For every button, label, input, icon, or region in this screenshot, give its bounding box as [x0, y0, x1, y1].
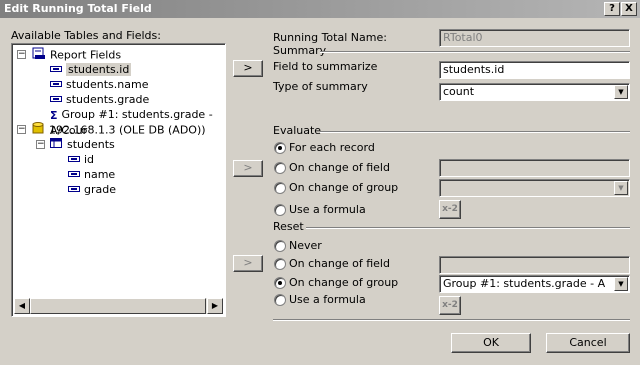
tree-node-database[interactable]: 192.168.1.3 (OLE DB (ADO)): [32, 122, 206, 137]
reset-field-input[interactable]: [439, 256, 630, 274]
tree-label: Report Fields: [50, 48, 122, 62]
expander-database[interactable]: −: [17, 125, 26, 134]
evaluate-divider: [320, 131, 630, 133]
reset-never-label[interactable]: Never: [289, 239, 322, 253]
footer-divider: [273, 319, 630, 321]
database-icon: [32, 122, 45, 139]
evaluate-each-record-label[interactable]: For each record: [289, 141, 375, 155]
tree-label: students: [67, 138, 115, 151]
field-to-summarize-label: Field to summarize: [273, 60, 378, 73]
evaluate-field-input[interactable]: [439, 159, 630, 177]
running-total-name-input[interactable]: RTotal0: [439, 29, 630, 47]
add-field-to-summarize-button[interactable]: >: [233, 60, 263, 77]
tree-node-report-fields[interactable]: Report Fields: [32, 47, 121, 62]
field-icon: [50, 66, 62, 72]
field-icon: [50, 81, 62, 87]
tree-label: students.grade: [66, 93, 150, 106]
reset-change-group-radio[interactable]: [274, 277, 286, 289]
tree-node-group-summary[interactable]: Σ Group #1: students.grade - A/Cour: [50, 107, 223, 137]
cancel-button[interactable]: Cancel: [546, 333, 630, 353]
reset-divider: [306, 227, 630, 229]
evaluate-formula-radio[interactable]: [274, 204, 286, 216]
table-icon: [50, 137, 63, 153]
fields-tree[interactable]: − Report Fields students.id students.nam…: [11, 43, 226, 317]
tree-label: grade: [84, 183, 116, 196]
add-reset-field-button[interactable]: >: [233, 255, 263, 272]
title-bar: Edit Running Total Field ? X: [0, 0, 640, 18]
ok-button[interactable]: OK: [451, 333, 531, 353]
scroll-left-icon[interactable]: ◀: [14, 298, 30, 314]
field-icon: [68, 186, 80, 192]
type-of-summary-label: Type of summary: [273, 80, 368, 93]
close-button[interactable]: X: [621, 2, 637, 16]
reset-change-field-radio[interactable]: [274, 258, 286, 270]
reset-formula-button[interactable]: x-2: [439, 296, 461, 315]
tree-node-students-grade[interactable]: students.grade: [50, 92, 149, 107]
field-icon: [68, 156, 80, 162]
tree-label: id: [84, 153, 95, 166]
evaluate-group-select[interactable]: ▼: [439, 179, 630, 197]
chevron-down-icon[interactable]: ▼: [614, 277, 628, 291]
tree-node-students-table[interactable]: students: [50, 137, 115, 152]
summary-divider: [320, 51, 630, 53]
tree-node-name[interactable]: name: [68, 167, 115, 182]
evaluate-header: Evaluate: [273, 124, 322, 137]
evaluate-formula-label[interactable]: Use a formula: [289, 203, 366, 217]
evaluate-change-group-label[interactable]: On change of group: [289, 181, 398, 195]
type-of-summary-select[interactable]: count ▼: [439, 83, 630, 101]
tree-label: students.name: [66, 78, 149, 91]
summary-header: Summary: [273, 44, 327, 57]
expander-report-fields[interactable]: −: [17, 50, 26, 59]
field-icon: [68, 171, 80, 177]
tree-node-students-name[interactable]: students.name: [50, 77, 148, 92]
tree-node-students-id[interactable]: students.id: [50, 62, 132, 77]
reset-change-group-label[interactable]: On change of group: [289, 276, 398, 290]
sigma-icon: Σ: [50, 108, 58, 122]
scroll-thumb[interactable]: [30, 298, 206, 314]
type-of-summary-value: count: [443, 85, 475, 98]
evaluate-change-field-label[interactable]: On change of field: [289, 161, 390, 175]
evaluate-each-record-radio[interactable]: [274, 142, 286, 154]
tree-label: 192.168.1.3 (OLE DB (ADO)): [49, 123, 206, 137]
window-title: Edit Running Total Field: [4, 2, 152, 15]
reset-change-field-label[interactable]: On change of field: [289, 257, 390, 271]
reset-formula-label[interactable]: Use a formula: [289, 293, 366, 307]
evaluate-formula-button[interactable]: x-2: [439, 200, 461, 219]
field-icon: [50, 96, 62, 102]
help-button[interactable]: ?: [604, 2, 620, 16]
available-fields-label: Available Tables and Fields:: [11, 29, 161, 42]
tree-label: students.id: [66, 63, 132, 76]
expander-students-table[interactable]: −: [36, 140, 45, 149]
tree-hscrollbar[interactable]: ◀ ▶: [14, 298, 223, 314]
evaluate-change-group-radio[interactable]: [274, 182, 286, 194]
reset-group-select[interactable]: Group #1: students.grade - A ▼: [439, 275, 630, 293]
field-to-summarize-input[interactable]: students.id: [439, 61, 630, 79]
running-total-name-label: Running Total Name:: [273, 31, 387, 44]
tree-node-grade[interactable]: grade: [68, 182, 116, 197]
chevron-down-icon[interactable]: ▼: [614, 181, 628, 195]
evaluate-change-field-radio[interactable]: [274, 162, 286, 174]
add-evaluate-field-button[interactable]: >: [233, 160, 263, 177]
report-fields-icon: [32, 47, 46, 64]
reset-formula-radio[interactable]: [274, 294, 286, 306]
reset-never-radio[interactable]: [274, 240, 286, 252]
chevron-down-icon[interactable]: ▼: [614, 85, 628, 99]
tree-label: name: [84, 168, 116, 181]
scroll-right-icon[interactable]: ▶: [207, 298, 223, 314]
tree-node-id[interactable]: id: [68, 152, 94, 167]
reset-group-value: Group #1: students.grade - A: [443, 277, 606, 290]
reset-header: Reset: [273, 220, 304, 233]
